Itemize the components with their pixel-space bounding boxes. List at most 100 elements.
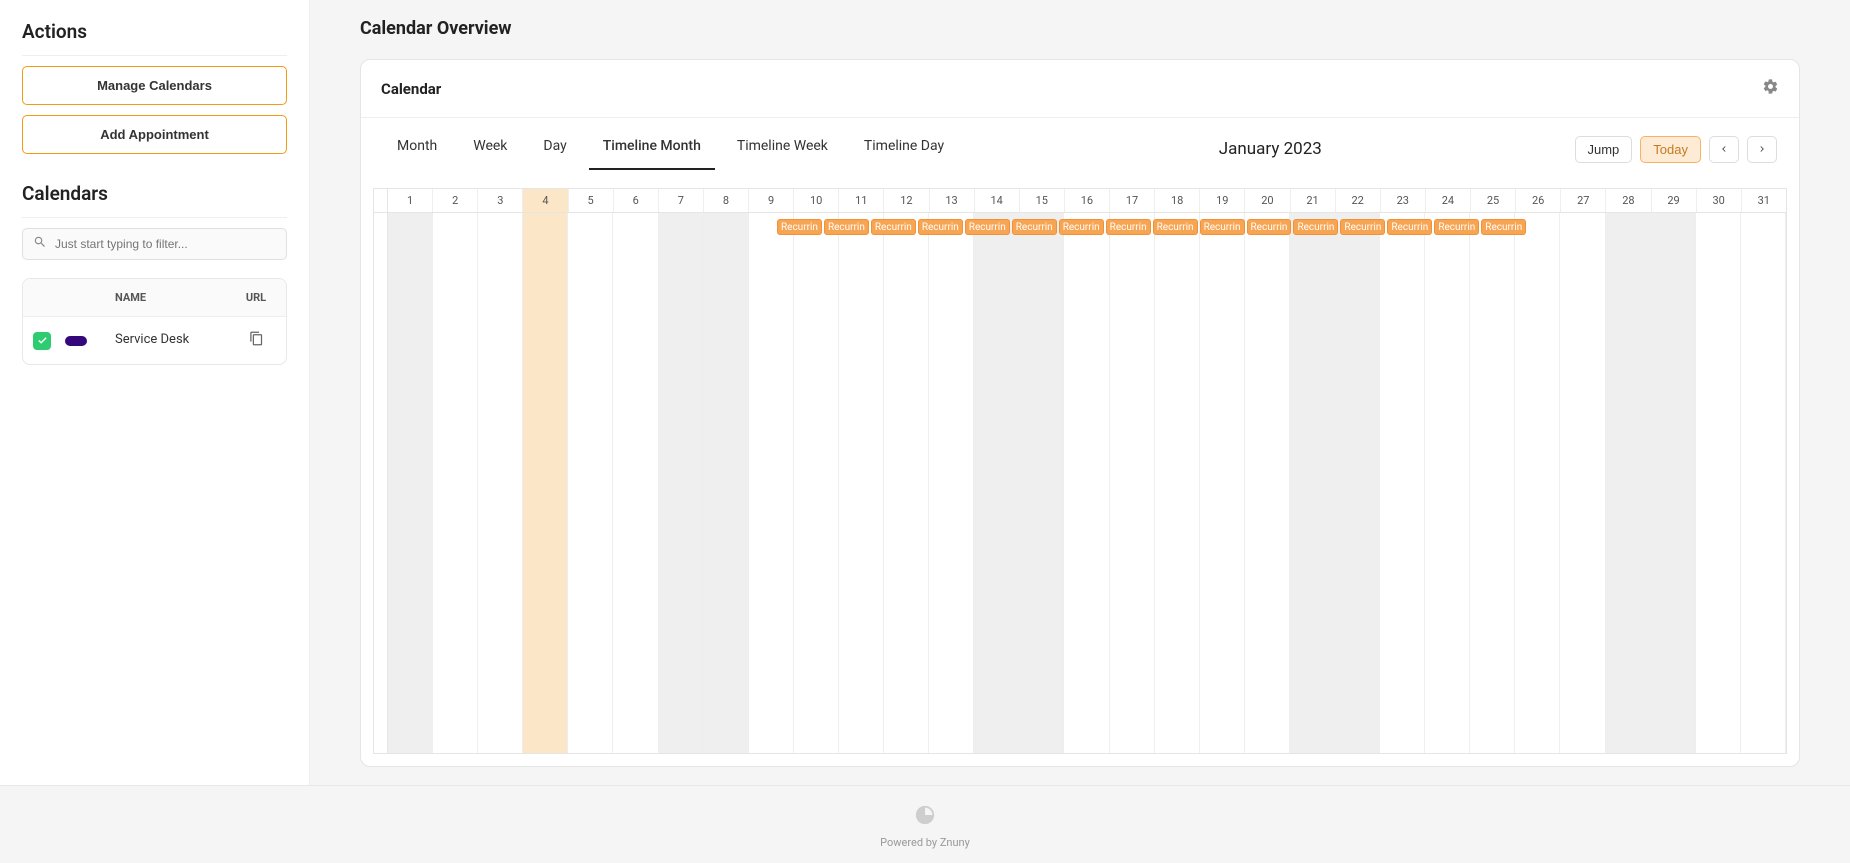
event-chip[interactable]: Recurrin: [1106, 219, 1151, 235]
event-chip[interactable]: Recurrin: [1059, 219, 1104, 235]
day-column[interactable]: [1651, 213, 1696, 753]
day-header[interactable]: 1: [388, 189, 433, 212]
day-header[interactable]: 27: [1561, 189, 1606, 212]
day-header[interactable]: 31: [1742, 189, 1786, 212]
day-header[interactable]: 9: [749, 189, 794, 212]
day-column[interactable]: [1064, 213, 1109, 753]
day-header[interactable]: 11: [839, 189, 884, 212]
day-header[interactable]: 16: [1065, 189, 1110, 212]
event-chip[interactable]: Recurrin: [1387, 219, 1432, 235]
manage-calendars-button[interactable]: Manage Calendars: [22, 66, 287, 105]
event-chip[interactable]: Recurrin: [1247, 219, 1292, 235]
event-chip[interactable]: Recurrin: [1153, 219, 1198, 235]
day-column[interactable]: [568, 213, 613, 753]
day-column[interactable]: [1155, 213, 1200, 753]
event-slot: [1657, 219, 1700, 235]
event-chip[interactable]: Recurrin: [918, 219, 963, 235]
calendar-checkbox[interactable]: [33, 332, 51, 350]
day-header[interactable]: 30: [1697, 189, 1742, 212]
day-header[interactable]: 14: [975, 189, 1020, 212]
day-header[interactable]: 24: [1426, 189, 1471, 212]
day-header[interactable]: 4: [523, 189, 568, 212]
event-chip[interactable]: Recurrin: [1434, 219, 1479, 235]
day-column[interactable]: [749, 213, 794, 753]
view-tab-timeline-month[interactable]: Timeline Month: [589, 128, 715, 170]
day-column[interactable]: [1696, 213, 1741, 753]
event-chip[interactable]: Recurrin: [824, 219, 869, 235]
view-tab-timeline-day[interactable]: Timeline Day: [850, 128, 958, 170]
day-column[interactable]: [1110, 213, 1155, 753]
day-column[interactable]: [704, 213, 749, 753]
today-button[interactable]: Today: [1640, 136, 1701, 163]
view-tab-week[interactable]: Week: [459, 128, 521, 170]
event-chip[interactable]: Recurrin: [1012, 219, 1057, 235]
day-header[interactable]: 29: [1652, 189, 1697, 212]
gear-icon[interactable]: [1762, 78, 1779, 99]
day-column[interactable]: [974, 213, 1019, 753]
event-slot: [1700, 219, 1743, 235]
day-column[interactable]: [1290, 213, 1335, 753]
view-tabs: MonthWeekDayTimeline MonthTimeline WeekT…: [383, 128, 966, 170]
day-column[interactable]: [433, 213, 478, 753]
day-header[interactable]: 20: [1245, 189, 1290, 212]
event-slot: Recurrin: [1152, 219, 1199, 235]
day-column[interactable]: [613, 213, 658, 753]
day-column[interactable]: [884, 213, 929, 753]
day-header[interactable]: 10: [794, 189, 839, 212]
day-column[interactable]: [929, 213, 974, 753]
day-header[interactable]: 6: [614, 189, 659, 212]
day-column[interactable]: [1470, 213, 1515, 753]
day-header[interactable]: 25: [1471, 189, 1516, 212]
day-header[interactable]: 3: [478, 189, 523, 212]
event-chip[interactable]: Recurrin: [1293, 219, 1338, 235]
calendar-filter-input[interactable]: [55, 237, 276, 251]
view-tab-month[interactable]: Month: [383, 128, 451, 170]
day-column[interactable]: [1380, 213, 1425, 753]
day-column[interactable]: [839, 213, 884, 753]
day-column[interactable]: [523, 213, 568, 753]
day-column[interactable]: [478, 213, 523, 753]
day-header[interactable]: 12: [884, 189, 929, 212]
event-chip[interactable]: Recurrin: [871, 219, 916, 235]
day-column[interactable]: [1245, 213, 1290, 753]
next-button[interactable]: [1747, 136, 1777, 163]
actions-heading: Actions: [22, 20, 287, 56]
day-column[interactable]: [388, 213, 433, 753]
day-column[interactable]: [1425, 213, 1470, 753]
day-header[interactable]: 23: [1381, 189, 1426, 212]
day-header[interactable]: 22: [1336, 189, 1381, 212]
day-header[interactable]: 5: [569, 189, 614, 212]
day-column[interactable]: [1019, 213, 1064, 753]
event-chip[interactable]: Recurrin: [777, 219, 822, 235]
day-column[interactable]: [1515, 213, 1560, 753]
event-chip[interactable]: Recurrin: [1481, 219, 1526, 235]
event-chip[interactable]: Recurrin: [965, 219, 1010, 235]
day-header[interactable]: 13: [930, 189, 975, 212]
timeline-body[interactable]: RecurrinRecurrinRecurrinRecurrinRecurrin…: [374, 213, 1786, 753]
view-tab-day[interactable]: Day: [529, 128, 580, 170]
event-chip[interactable]: Recurrin: [1200, 219, 1245, 235]
calendar-url-copy-icon[interactable]: [236, 331, 276, 350]
day-header[interactable]: 26: [1516, 189, 1561, 212]
day-column[interactable]: [1560, 213, 1605, 753]
day-header[interactable]: 17: [1110, 189, 1155, 212]
day-column[interactable]: [659, 213, 704, 753]
day-header[interactable]: 21: [1291, 189, 1336, 212]
prev-button[interactable]: [1709, 136, 1739, 163]
day-column[interactable]: [1200, 213, 1245, 753]
day-header[interactable]: 19: [1200, 189, 1245, 212]
day-header[interactable]: 28: [1606, 189, 1651, 212]
add-appointment-button[interactable]: Add Appointment: [22, 115, 287, 154]
view-tab-timeline-week[interactable]: Timeline Week: [723, 128, 842, 170]
day-column[interactable]: [1606, 213, 1651, 753]
day-header[interactable]: 7: [659, 189, 704, 212]
day-header[interactable]: 18: [1155, 189, 1200, 212]
jump-button[interactable]: Jump: [1575, 136, 1633, 163]
day-header[interactable]: 15: [1020, 189, 1065, 212]
day-column[interactable]: [1741, 213, 1786, 753]
day-header[interactable]: 2: [433, 189, 478, 212]
day-column[interactable]: [794, 213, 839, 753]
event-chip[interactable]: Recurrin: [1340, 219, 1385, 235]
day-header[interactable]: 8: [704, 189, 749, 212]
day-column[interactable]: [1335, 213, 1380, 753]
